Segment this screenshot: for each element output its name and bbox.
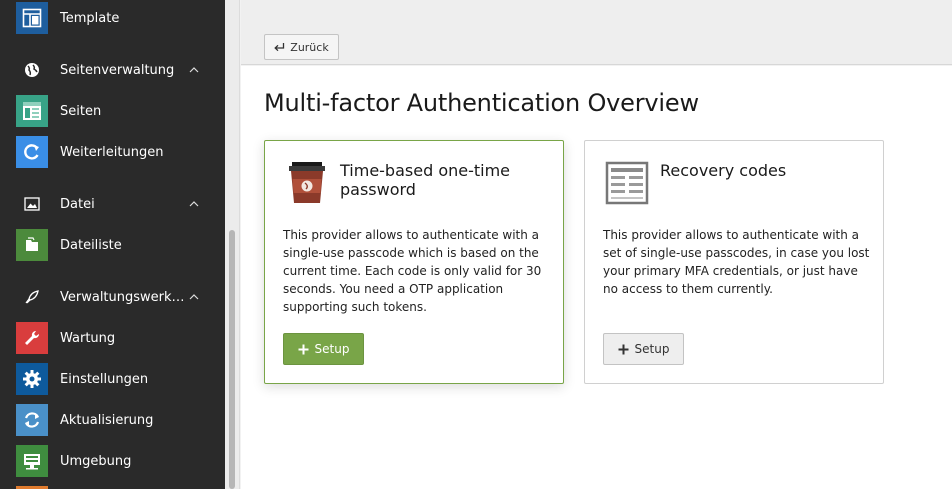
otp-cup-icon <box>283 159 331 207</box>
sidebar-group-label: Verwaltungswerk… <box>60 289 185 305</box>
sidebar-item-dateiliste[interactable]: Dateiliste <box>16 229 216 261</box>
back-button-label: Zurück <box>290 40 329 54</box>
sidebar-group-label: Seitenverwaltung <box>60 62 175 78</box>
sidebar-item-label: Seiten <box>60 103 102 119</box>
provider-card-totp: Time-based one-time password This provid… <box>264 140 564 384</box>
recovery-codes-icon <box>603 159 651 207</box>
module-menu: Template Seitenverwaltung Seiten Weiterl… <box>0 0 225 489</box>
sidebar-item-label: Umgebung <box>60 453 132 469</box>
sidebar-item-label: Aktualisierung <box>60 412 154 428</box>
sidebar-item-aktualisierung[interactable]: Aktualisierung <box>16 404 216 436</box>
module-body: Multi-factor Authentication Overview Tim… <box>241 66 952 489</box>
chevron-up-icon <box>186 289 202 305</box>
doc-header: Zurück <box>241 0 952 65</box>
chevron-up-icon <box>186 62 202 78</box>
return-arrow-icon <box>274 42 285 52</box>
sidebar-group-verwaltungswerkzeuge[interactable]: Verwaltungswerk… <box>16 285 216 309</box>
pages-icon <box>16 95 48 127</box>
sidebar-group-datei[interactable]: Datei <box>16 192 216 216</box>
plus-icon <box>618 344 629 355</box>
sidebar-item-label: Weiterleitungen <box>60 144 164 160</box>
refresh-icon <box>16 404 48 436</box>
globe-icon <box>16 58 48 82</box>
template-icon <box>16 2 48 34</box>
provider-title: Time-based one-time password <box>340 161 511 199</box>
sidebar-group-label: Datei <box>60 196 95 212</box>
chevron-up-icon <box>186 196 202 212</box>
setup-button-label: Setup <box>314 342 350 356</box>
setup-button-totp[interactable]: Setup <box>283 333 364 365</box>
wrench-icon <box>16 322 48 354</box>
provider-card-recovery-codes: Recovery codes This provider allows to a… <box>584 140 884 384</box>
environment-icon <box>16 445 48 477</box>
back-button[interactable]: Zurück <box>264 34 339 60</box>
image-icon <box>16 192 48 216</box>
sidebar-item-label: Template <box>60 10 120 26</box>
main-area: Zurück Multi-factor Authentication Overv… <box>241 0 952 489</box>
gear-icon <box>16 363 48 395</box>
page-title: Multi-factor Authentication Overview <box>264 89 699 117</box>
setup-button-label: Setup <box>634 342 670 356</box>
sidebar-item-label: Dateiliste <box>60 237 122 253</box>
sidebar-scrollbar-thumb[interactable] <box>229 230 235 489</box>
sidebar-item-label: Einstellungen <box>60 371 149 387</box>
sidebar-item-weiterleitungen[interactable]: Weiterleitungen <box>16 136 216 168</box>
provider-description: This provider allows to authenticate wit… <box>603 228 870 296</box>
provider-title: Recovery codes <box>660 161 787 180</box>
sidebar-item-umgebung[interactable]: Umgebung <box>16 445 216 477</box>
sidebar-item-einstellungen[interactable]: Einstellungen <box>16 363 216 395</box>
filelist-icon <box>16 229 48 261</box>
plus-icon <box>298 344 309 355</box>
sidebar-item-seiten[interactable]: Seiten <box>16 95 216 127</box>
sidebar-group-seitenverwaltung[interactable]: Seitenverwaltung <box>16 58 216 82</box>
sidebar-item-template[interactable]: Template <box>16 2 216 34</box>
sidebar-item-label: Wartung <box>60 330 116 346</box>
redirect-icon <box>16 136 48 168</box>
provider-description: This provider allows to authenticate wit… <box>283 228 542 314</box>
setup-button-recovery-codes[interactable]: Setup <box>603 333 684 365</box>
sidebar-item-wartung[interactable]: Wartung <box>16 322 216 354</box>
rocket-icon <box>16 285 48 309</box>
